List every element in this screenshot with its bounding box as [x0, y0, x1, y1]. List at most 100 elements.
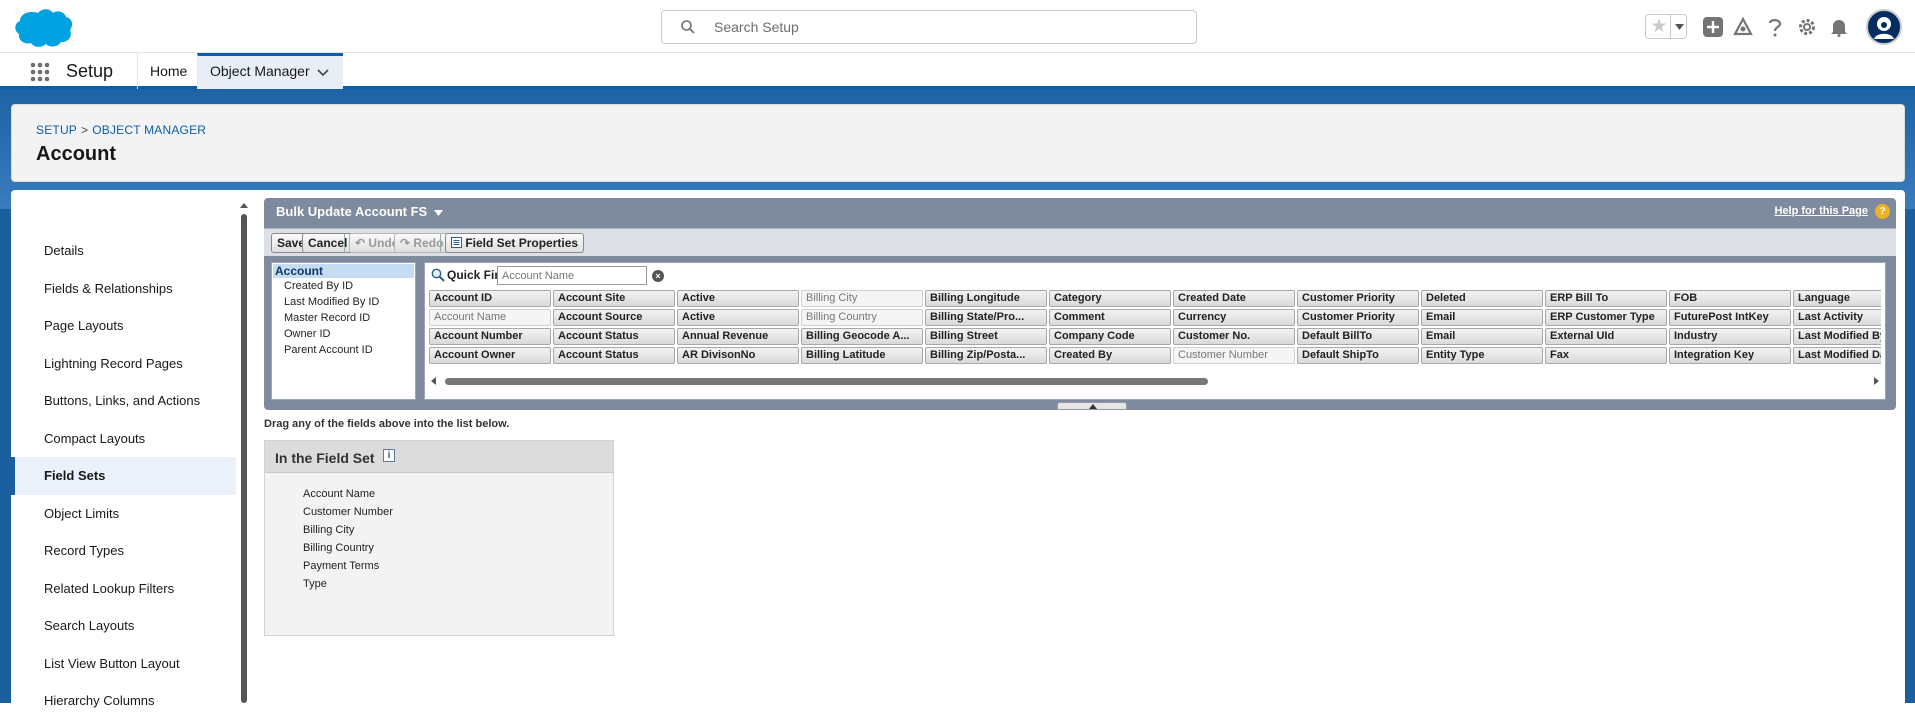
field-chip[interactable]: Account Owner — [429, 347, 551, 364]
search-input[interactable] — [712, 17, 1182, 37]
sidebar-item-fields-relationships[interactable]: Fields & Relationships — [11, 270, 236, 308]
field-palette-scrollbar[interactable] — [429, 375, 1881, 387]
object-tree-item[interactable]: Owner ID — [284, 328, 330, 340]
field-chip[interactable]: Billing Country — [801, 309, 923, 326]
field-set-item[interactable]: Account Name — [303, 488, 375, 500]
field-chip[interactable]: Comment — [1049, 309, 1171, 326]
field-chip[interactable]: Category — [1049, 290, 1171, 307]
field-chip[interactable]: Created By — [1049, 347, 1171, 364]
star-icon[interactable]: ★ — [1648, 16, 1670, 38]
object-tree-item[interactable]: Created By ID — [284, 280, 353, 292]
field-chip[interactable]: Industry — [1669, 328, 1791, 345]
sidebar-item-compact-layouts[interactable]: Compact Layouts — [11, 420, 236, 458]
field-chip[interactable]: Integration Key — [1669, 347, 1791, 364]
chevron-down-icon[interactable] — [317, 69, 329, 77]
sidebar-item-related-lookup-filters[interactable]: Related Lookup Filters — [11, 570, 236, 608]
breadcrumb-setup[interactable]: SETUP — [36, 123, 77, 137]
field-chip[interactable]: Default ShipTo — [1297, 347, 1419, 364]
help-icon[interactable]: ? — [1875, 204, 1890, 219]
field-set-item[interactable]: Type — [303, 578, 327, 590]
object-tree-item[interactable]: Parent Account ID — [284, 344, 373, 356]
field-chip[interactable]: Customer Priority — [1297, 309, 1419, 326]
field-chip[interactable]: Last Activity — [1793, 309, 1881, 326]
trailhead-button[interactable] — [1730, 13, 1756, 41]
field-chip[interactable]: Account ID — [429, 290, 551, 307]
avatar[interactable] — [1866, 9, 1902, 45]
field-chip[interactable]: Billing Zip/Posta... — [925, 347, 1047, 364]
global-actions-button[interactable] — [1700, 13, 1726, 41]
scrollbar-thumb[interactable] — [445, 378, 1208, 385]
field-chip[interactable]: ERP Customer Type — [1545, 309, 1667, 326]
field-chip[interactable]: Account Number — [429, 328, 551, 345]
sidebar-item-record-types[interactable]: Record Types — [11, 532, 236, 570]
setup-button[interactable] — [1794, 13, 1820, 41]
field-chip[interactable]: Customer Priority — [1297, 290, 1419, 307]
sidebar-item-object-limits[interactable]: Object Limits — [11, 495, 236, 533]
sidebar-item-field-sets[interactable]: Field Sets — [11, 457, 236, 495]
tab-object-manager[interactable]: Object Manager — [197, 53, 343, 89]
quick-find-input[interactable] — [497, 266, 647, 285]
field-chip[interactable]: Email — [1421, 309, 1543, 326]
sidebar-item-hierarchy-columns[interactable]: Hierarchy Columns — [11, 682, 236, 720]
sidebar-item-lightning-record-pages[interactable]: Lightning Record Pages — [11, 345, 236, 383]
scroll-left-icon[interactable] — [429, 376, 439, 386]
field-chip[interactable]: FuturePost IntKey — [1669, 309, 1791, 326]
field-chip[interactable]: Fax — [1545, 347, 1667, 364]
breadcrumb-object-manager[interactable]: OBJECT MANAGER — [92, 123, 206, 137]
info-icon[interactable]: i — [383, 449, 395, 462]
field-chip[interactable]: FOB — [1669, 290, 1791, 307]
tab-home[interactable]: Home — [137, 53, 197, 89]
clear-icon[interactable]: × — [652, 270, 664, 282]
field-chip[interactable]: Account Name — [429, 309, 551, 326]
notifications-button[interactable] — [1826, 13, 1852, 41]
field-set-properties-button[interactable]: Field Set Properties — [445, 233, 585, 253]
search-box[interactable] — [661, 10, 1197, 44]
chevron-down-icon[interactable] — [433, 210, 443, 216]
field-chip[interactable]: Entity Type — [1421, 347, 1543, 364]
field-chip[interactable]: Account Status — [553, 347, 675, 364]
favorites-button[interactable]: ★ — [1645, 14, 1687, 39]
field-set-item[interactable]: Payment Terms — [303, 560, 379, 572]
scrollbar-thumb[interactable] — [241, 214, 247, 703]
app-launcher-icon[interactable] — [30, 62, 50, 82]
help-button[interactable] — [1762, 13, 1788, 41]
cancel-button[interactable]: Cancel — [302, 233, 354, 253]
field-chip[interactable]: Default BillTo — [1297, 328, 1419, 345]
field-chip[interactable]: Billing Latitude — [801, 347, 923, 364]
field-chip[interactable]: Billing Longitude — [925, 290, 1047, 307]
field-chip[interactable]: Last Modified By — [1793, 328, 1881, 345]
help-link[interactable]: Help for this Page — [1774, 205, 1868, 217]
sidebar-item-buttons-links-actions[interactable]: Buttons, Links, and Actions — [11, 382, 236, 420]
field-set-item[interactable]: Billing City — [303, 524, 354, 536]
field-chip[interactable]: Active — [677, 309, 799, 326]
salesforce-cloud-logo[interactable] — [12, 7, 74, 49]
field-chip[interactable]: Billing Geocode A... — [801, 328, 923, 345]
field-chip[interactable]: Language — [1793, 290, 1881, 307]
field-chip[interactable]: Active — [677, 290, 799, 307]
field-set-item[interactable]: Billing Country — [303, 542, 374, 554]
field-chip[interactable]: Account Status — [553, 328, 675, 345]
field-chip[interactable]: Customer No. — [1173, 328, 1295, 345]
sidebar-item-page-layouts[interactable]: Page Layouts — [11, 307, 236, 345]
field-chip[interactable]: Company Code — [1049, 328, 1171, 345]
sidebar-item-search-layouts[interactable]: Search Layouts — [11, 607, 236, 645]
object-tree-account[interactable]: Account — [273, 264, 414, 278]
field-chip[interactable]: Created Date — [1173, 290, 1295, 307]
sidebar-item-list-view-button-layout[interactable]: List View Button Layout — [11, 645, 236, 683]
scroll-up-icon[interactable] — [239, 200, 249, 210]
field-chip[interactable]: Billing City — [801, 290, 923, 307]
field-set-item[interactable]: Customer Number — [303, 506, 393, 518]
field-chip[interactable]: Currency — [1173, 309, 1295, 326]
editor-title[interactable]: Bulk Update Account FS — [276, 204, 443, 219]
field-chip[interactable]: Last Modified Da... — [1793, 347, 1881, 364]
field-chip[interactable]: Deleted — [1421, 290, 1543, 307]
redo-button[interactable]: ↷ Redo — [394, 233, 450, 253]
field-chip[interactable]: Email — [1421, 328, 1543, 345]
sidebar-item-details[interactable]: Details — [11, 232, 236, 270]
field-chip[interactable]: External UId — [1545, 328, 1667, 345]
field-chip[interactable]: Billing State/Pro... — [925, 309, 1047, 326]
field-chip[interactable]: Account Source — [553, 309, 675, 326]
field-chip[interactable]: Customer Number — [1173, 347, 1295, 364]
field-chip[interactable]: Billing Street — [925, 328, 1047, 345]
field-chip[interactable]: Annual Revenue — [677, 328, 799, 345]
